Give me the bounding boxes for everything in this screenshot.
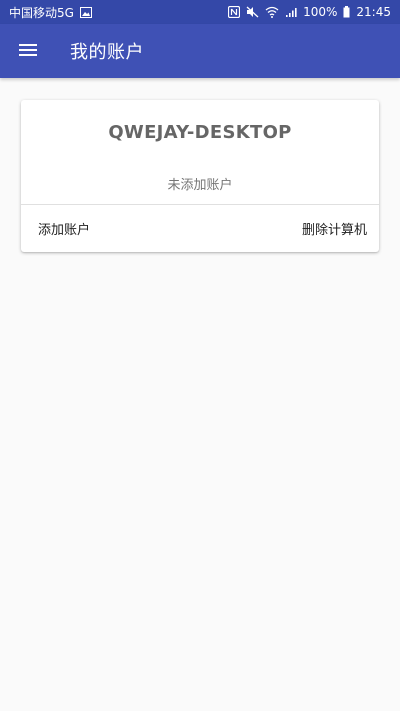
mute-icon bbox=[246, 5, 259, 19]
signal-icon bbox=[285, 5, 297, 19]
image-icon bbox=[79, 5, 92, 19]
page-title: 我的账户 bbox=[70, 42, 144, 63]
menu-icon bbox=[19, 42, 37, 61]
carrier-label: 中国移动5G bbox=[9, 5, 74, 20]
wifi-icon bbox=[265, 5, 279, 19]
card-actions: 添加账户 删除计算机 bbox=[21, 205, 379, 252]
account-status: 未添加账户 bbox=[167, 178, 233, 193]
menu-button[interactable] bbox=[0, 24, 56, 78]
add-account-button[interactable]: 添加账户 bbox=[38, 219, 90, 238]
battery-icon bbox=[343, 5, 350, 19]
status-bar: 中国移动5G 100% 21:45 bbox=[0, 0, 400, 24]
status-bar-right: 100% 21:45 bbox=[228, 5, 391, 19]
status-bar-left: 中国移动5G bbox=[9, 4, 92, 21]
nfc-icon bbox=[228, 5, 241, 19]
computer-card: QWEJAY-DESKTOP 未添加账户 添加账户 删除计算机 bbox=[21, 100, 379, 252]
delete-computer-button[interactable]: 删除计算机 bbox=[302, 219, 367, 238]
computer-name: QWEJAY-DESKTOP bbox=[108, 122, 292, 143]
battery-percent: 100% bbox=[303, 5, 338, 19]
app-bar: 我的账户 bbox=[0, 24, 400, 78]
clock: 21:45 bbox=[356, 5, 391, 19]
